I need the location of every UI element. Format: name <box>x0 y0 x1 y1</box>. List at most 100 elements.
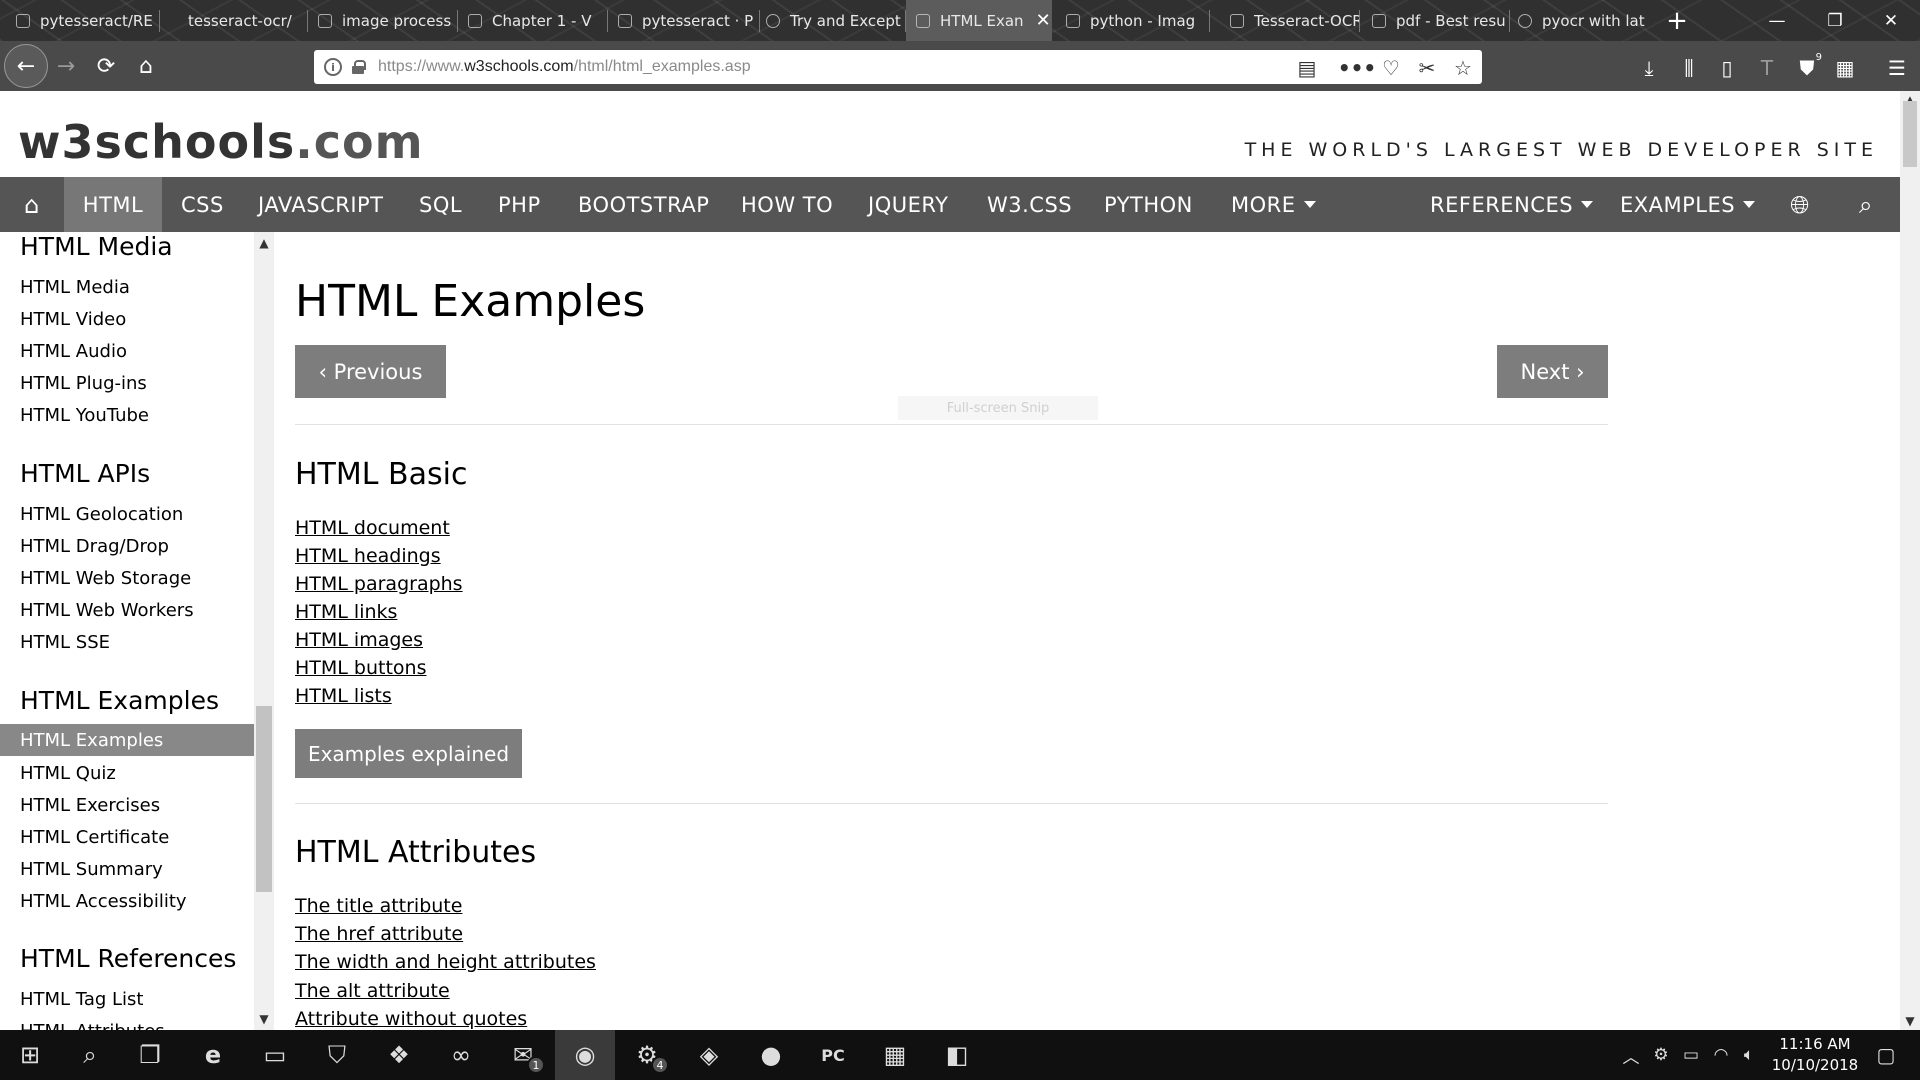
file-explorer-icon[interactable]: ▭ <box>245 1030 305 1080</box>
reader-view-icon[interactable]: ▤ <box>1292 54 1322 82</box>
link-title-attribute[interactable]: The title attribute <box>295 895 462 917</box>
tab-tesseract-ocr-2[interactable]: Tesseract-OCR <box>1210 0 1360 41</box>
calculator-icon[interactable]: ▦ <box>865 1030 925 1080</box>
tab-pyocr[interactable]: pyocr with lat <box>1510 0 1658 41</box>
scroll-up-icon[interactable]: ▲ <box>254 236 274 250</box>
sidebar-item-html-summary[interactable]: HTML Summary <box>20 859 163 880</box>
link-attribute-without-quotes[interactable]: Attribute without quotes <box>295 1008 527 1030</box>
tab-image-process[interactable]: image process <box>308 0 458 41</box>
forward-arrow-icon[interactable]: → <box>44 41 88 91</box>
task-view-icon[interactable]: ❐ <box>120 1030 180 1080</box>
w3schools-logo[interactable]: w3schools.com <box>18 119 424 165</box>
volume-icon[interactable]: 🔈︎ <box>1736 1030 1762 1080</box>
sidebar-item-html-attributes[interactable]: HTML Attributes <box>20 1021 165 1030</box>
screenshot-icon[interactable]: ✂ <box>1412 54 1442 82</box>
sidebar-item-html-quiz[interactable]: HTML Quiz <box>20 763 116 784</box>
tab-pdf-best-results[interactable]: pdf - Best resu <box>1360 0 1510 41</box>
nav-w3css[interactable]: W3.CSS <box>987 177 1072 232</box>
minimize-icon[interactable]: — <box>1748 0 1806 41</box>
hamburger-menu-icon[interactable]: ☰ <box>1880 52 1914 84</box>
sidebar-item-html-tag-list[interactable]: HTML Tag List <box>20 989 143 1010</box>
sidebar-item-html-web-workers[interactable]: HTML Web Workers <box>20 600 194 621</box>
new-tab-plus-icon[interactable]: + <box>1648 0 1706 41</box>
site-info-icon[interactable]: i <box>324 58 342 76</box>
bookmark-star-icon[interactable]: ☆ <box>1448 54 1478 82</box>
link-html-paragraphs[interactable]: HTML paragraphs <box>295 573 463 595</box>
link-html-lists[interactable]: HTML lists <box>295 685 392 707</box>
nav-jquery[interactable]: JQUERY <box>868 177 948 232</box>
page-actions-icon[interactable]: ••• <box>1338 54 1376 82</box>
examples-explained-button[interactable]: Examples explained <box>295 729 522 778</box>
unity-app-icon[interactable]: ◈ <box>679 1030 739 1080</box>
link-html-links[interactable]: HTML links <box>295 601 397 623</box>
tab-try-except[interactable]: Try and Except <box>760 0 906 41</box>
sidebar-scroll-thumb[interactable] <box>256 706 272 892</box>
home-icon[interactable]: ⌂ <box>124 41 168 91</box>
infinity-app-icon[interactable]: ∞ <box>431 1030 491 1080</box>
wifi-icon[interactable]: ◠ <box>1708 1030 1734 1080</box>
link-html-headings[interactable]: HTML headings <box>295 545 441 567</box>
tab-chapter-1[interactable]: Chapter 1 - V <box>458 0 608 41</box>
back-arrow-icon[interactable]: ← <box>4 44 48 88</box>
downloads-icon[interactable]: ⤓ <box>1632 52 1666 84</box>
sidebar-item-html-accessibility[interactable]: HTML Accessibility <box>20 891 187 912</box>
snipping-tool-icon[interactable]: ◧ <box>927 1030 987 1080</box>
tray-chevron-up-icon[interactable]: ︿ <box>1618 1030 1644 1080</box>
url-text[interactable]: https://www.w3schools.com/html/html_exam… <box>378 58 751 76</box>
battery-icon[interactable]: ▭ <box>1678 1030 1704 1080</box>
tab-html-examples[interactable]: HTML Exan ✕ <box>906 0 1052 41</box>
pycharm-icon[interactable]: PC <box>803 1030 863 1080</box>
close-window-icon[interactable]: ✕ <box>1862 0 1920 41</box>
sidebar-item-html-video[interactable]: HTML Video <box>20 309 126 330</box>
steam-app-icon[interactable]: ⚙ 4 <box>617 1030 677 1080</box>
firefox-icon[interactable]: ◉ <box>555 1030 615 1080</box>
sidebar-item-html-sse[interactable]: HTML SSE <box>20 632 110 653</box>
sidebar-item-html-media[interactable]: HTML Media <box>20 277 130 298</box>
sidebar-item-html-web-storage[interactable]: HTML Web Storage <box>20 568 191 589</box>
sidebar-scrollbar[interactable]: ▲ ▼ <box>254 232 274 1030</box>
home-icon[interactable]: ⌂ <box>0 177 64 232</box>
sidebar-item-html-exercises[interactable]: HTML Exercises <box>20 795 160 816</box>
windows-start-icon[interactable]: ⊞ <box>0 1030 60 1080</box>
nav-bootstrap[interactable]: BOOTSTRAP <box>578 177 709 232</box>
link-width-height-attributes[interactable]: The width and height attributes <box>295 951 596 973</box>
reload-icon[interactable]: ⟳ <box>84 41 128 91</box>
sidebar-item-html-dragdrop[interactable]: HTML Drag/Drop <box>20 536 169 557</box>
link-href-attribute[interactable]: The href attribute <box>295 923 463 945</box>
scroll-down-icon[interactable]: ▼ <box>254 1012 274 1026</box>
sidebar-item-html-youtube[interactable]: HTML YouTube <box>20 405 149 426</box>
nav-html[interactable]: HTML <box>64 177 162 232</box>
globe-icon[interactable]: 🌐︎ <box>1784 177 1816 232</box>
scroll-down-icon[interactable]: ▼ <box>1900 1014 1920 1028</box>
sidebar-item-html-plugins[interactable]: HTML Plug-ins <box>20 373 147 394</box>
store-icon[interactable]: ⛉ <box>307 1030 367 1080</box>
page-scrollbar[interactable]: ▲ ▼ <box>1900 91 1920 1030</box>
tab-pytesseract-readme[interactable]: pytesseract/RE <box>0 0 160 41</box>
link-html-images[interactable]: HTML images <box>295 629 423 651</box>
mail-icon[interactable]: ✉ 1 <box>493 1030 553 1080</box>
search-icon[interactable]: ⌕ <box>60 1030 120 1080</box>
nav-python[interactable]: PYTHON <box>1104 177 1193 232</box>
system-clock[interactable]: 11:16 AM 10/10/2018 <box>1760 1034 1870 1076</box>
nav-javascript[interactable]: JAVASCRIPT <box>258 177 384 232</box>
sidebar-toggle-icon[interactable]: ▯ <box>1710 52 1744 84</box>
nav-references[interactable]: REFERENCES <box>1430 177 1594 232</box>
sidebar-item-html-audio[interactable]: HTML Audio <box>20 341 127 362</box>
search-icon[interactable]: ⌕ <box>1849 177 1883 232</box>
tray-steam-icon[interactable]: ⚙ <box>1648 1030 1674 1080</box>
link-alt-attribute[interactable]: The alt attribute <box>295 980 450 1002</box>
sidebar-item-html-certificate[interactable]: HTML Certificate <box>20 827 169 848</box>
link-html-document[interactable]: HTML document <box>295 517 450 539</box>
action-center-icon[interactable]: ▢ <box>1866 1030 1906 1080</box>
text-extension-icon[interactable]: T <box>1750 52 1784 84</box>
library-icon[interactable]: ⫼ <box>1672 52 1706 84</box>
pocket-icon[interactable]: ♡ <box>1376 54 1406 82</box>
tab-tesseract-ocr[interactable]: tesseract-ocr/ <box>160 0 308 41</box>
link-html-buttons[interactable]: HTML buttons <box>295 657 426 679</box>
tab-close-icon[interactable]: ✕ <box>1036 10 1051 31</box>
spotify-icon[interactable]: ● <box>741 1030 801 1080</box>
nav-php[interactable]: PHP <box>498 177 541 232</box>
nav-how-to[interactable]: HOW TO <box>741 177 833 232</box>
nav-more[interactable]: MORE <box>1231 177 1316 232</box>
tab-pytesseract-pypi[interactable]: pytesseract · P <box>608 0 760 41</box>
